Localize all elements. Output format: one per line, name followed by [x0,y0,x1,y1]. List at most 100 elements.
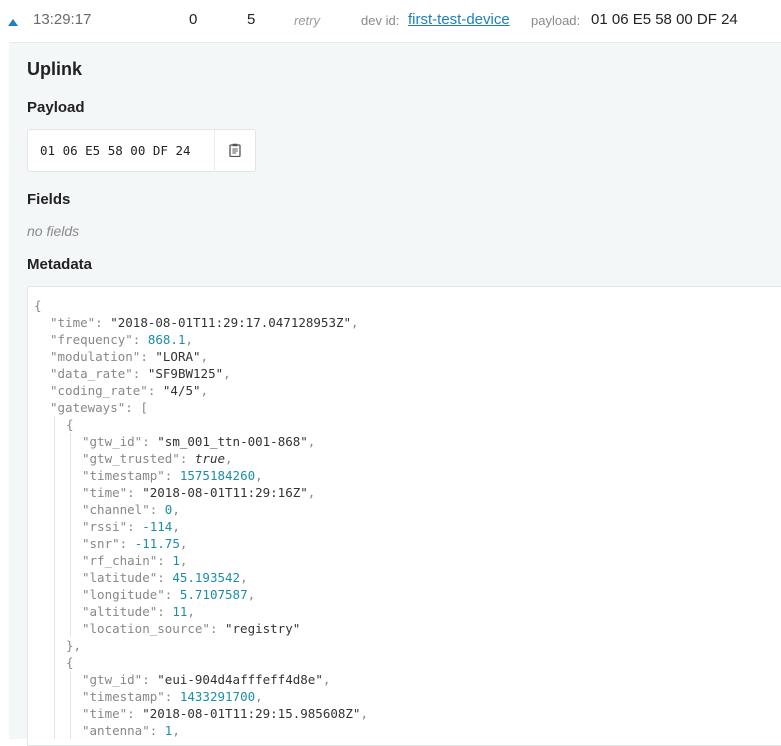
indent-guide [54,552,55,569]
json-line-text: "data_rate": "SF9BW125", [50,365,231,382]
indent-guide [70,552,71,569]
json-line: }, [28,637,781,654]
metadata-json-lines: { "time": "2018-08-01T11:29:17.047128953Z… [28,297,781,739]
indent-guide [70,671,71,688]
json-line-text: "rf_chain": 1, [82,552,187,569]
json-token: : [127,485,143,500]
json-line: "time": "2018-08-01T11:29:17.047128953Z"… [28,314,781,331]
json-token: , [223,366,231,381]
json-token: , [185,332,194,347]
json-token: 1 [172,553,180,568]
json-token: "altitude" [82,604,158,619]
json-token: "gtw_trusted" [82,451,180,466]
json-token: , [172,519,180,534]
json-token: "time" [50,315,96,330]
frame-counter: 0 [189,11,198,28]
json-token: "LORA" [155,349,201,364]
json-line-text: "gtw_id": "sm_001_ttn-001-868", [82,433,315,450]
json-line: "latitude": 45.193542, [28,569,781,586]
json-line-text: "gtw_trusted": true, [82,450,233,467]
uplink-title: Uplink [27,59,83,79]
json-line: "channel": 0, [28,501,781,518]
no-fields-text: no fields [27,223,80,239]
json-line-text: "timestamp": 1433291700, [82,688,263,705]
json-line: "time": "2018-08-01T11:29:16Z", [28,484,781,501]
json-line: "gtw_id": "sm_001_ttn-001-868", [28,433,781,450]
payload-hex-text[interactable]: 01 06 E5 58 00 DF 24 [40,143,191,158]
json-token: 868.1 [147,332,186,347]
json-line-text: "time": "2018-08-01T11:29:17.047128953Z"… [50,314,359,331]
payload-field[interactable]: 01 06 E5 58 00 DF 24 [27,129,256,172]
json-token: -11.75 [134,536,180,551]
indent-guide [70,433,71,450]
json-token: : [157,553,173,568]
json-line-text: "latitude": 45.193542, [82,569,248,586]
json-token: , [240,570,248,585]
indent-guide [70,484,71,501]
json-token: "gtw_id" [82,672,143,687]
json-token: -114 [142,519,173,534]
indent-guide [70,688,71,705]
json-token: 1575184260 [179,468,256,483]
uplink-message-row[interactable]: 13:29:17 0 5 retry dev id: first-test-de… [0,0,781,42]
json-token: "rf_chain" [82,553,158,568]
json-token: : [127,706,143,721]
metadata-json-viewer[interactable]: { "time": "2018-08-01T11:29:17.047128953Z… [27,286,781,746]
json-line: "antenna": 1, [28,722,781,739]
json-token: "antenna" [82,723,150,738]
json-token: : [164,468,180,483]
json-token: 5.7107587 [179,587,248,602]
json-token: { [66,417,74,432]
json-line-text: { [66,654,74,671]
indent-guide [54,433,55,450]
indent-guide [54,722,55,739]
json-token: "eui-904d4afffeff4d8e" [157,672,323,687]
copy-button[interactable] [214,130,255,171]
payload-heading: Payload [27,99,85,116]
indent-guide [70,569,71,586]
json-token: : [149,502,165,517]
json-line-text: "gtw_id": "eui-904d4afffeff4d8e", [82,671,330,688]
uplink-detail-panel: Uplink Payload 01 06 E5 58 00 DF 24 Fiel… [9,42,781,746]
json-token: : [95,315,111,330]
indent-guide [54,467,55,484]
indent-guide [54,518,55,535]
indent-guide [54,603,55,620]
json-token: { [34,298,42,313]
payload-value: 01 06 E5 58 00 DF 24 [591,11,738,28]
dev-id-link[interactable]: first-test-device [408,11,510,28]
json-line-text: "timestamp": 1575184260, [82,467,263,484]
json-token: "time" [82,706,128,721]
json-token: , [225,451,233,466]
json-token: "timestamp" [82,689,165,704]
indent-guide [54,671,55,688]
json-token: : [149,723,165,738]
json-token: : [164,689,180,704]
json-token: "gateways" [50,400,126,415]
json-token: : [132,332,148,347]
json-line-text: "antenna": 1, [82,722,180,739]
json-token: , [187,604,195,619]
dev-id-label: dev id: [361,13,400,28]
indent-guide [70,603,71,620]
indent-guide [54,654,55,671]
json-line: "longitude": 5.7107587, [28,586,781,603]
json-line-text: { [34,297,42,314]
collapse-triangle-icon[interactable] [7,15,19,26]
json-line: "location_source": "registry" [28,620,781,637]
json-token: : [119,536,135,551]
indent-guide [54,620,55,637]
json-line-text: }, [66,637,81,654]
json-token: : [140,349,156,364]
json-token: , [360,706,368,721]
json-token: "registry" [225,621,301,636]
json-line: "gateways": [ [28,399,781,416]
retry-label: retry [294,13,320,28]
json-token: : [209,621,225,636]
json-token: , [247,587,256,602]
json-line-text: { [66,416,74,433]
json-token: : [157,570,173,585]
json-token: , [255,468,263,483]
indent-guide [54,416,55,433]
json-token: "rssi" [82,519,128,534]
